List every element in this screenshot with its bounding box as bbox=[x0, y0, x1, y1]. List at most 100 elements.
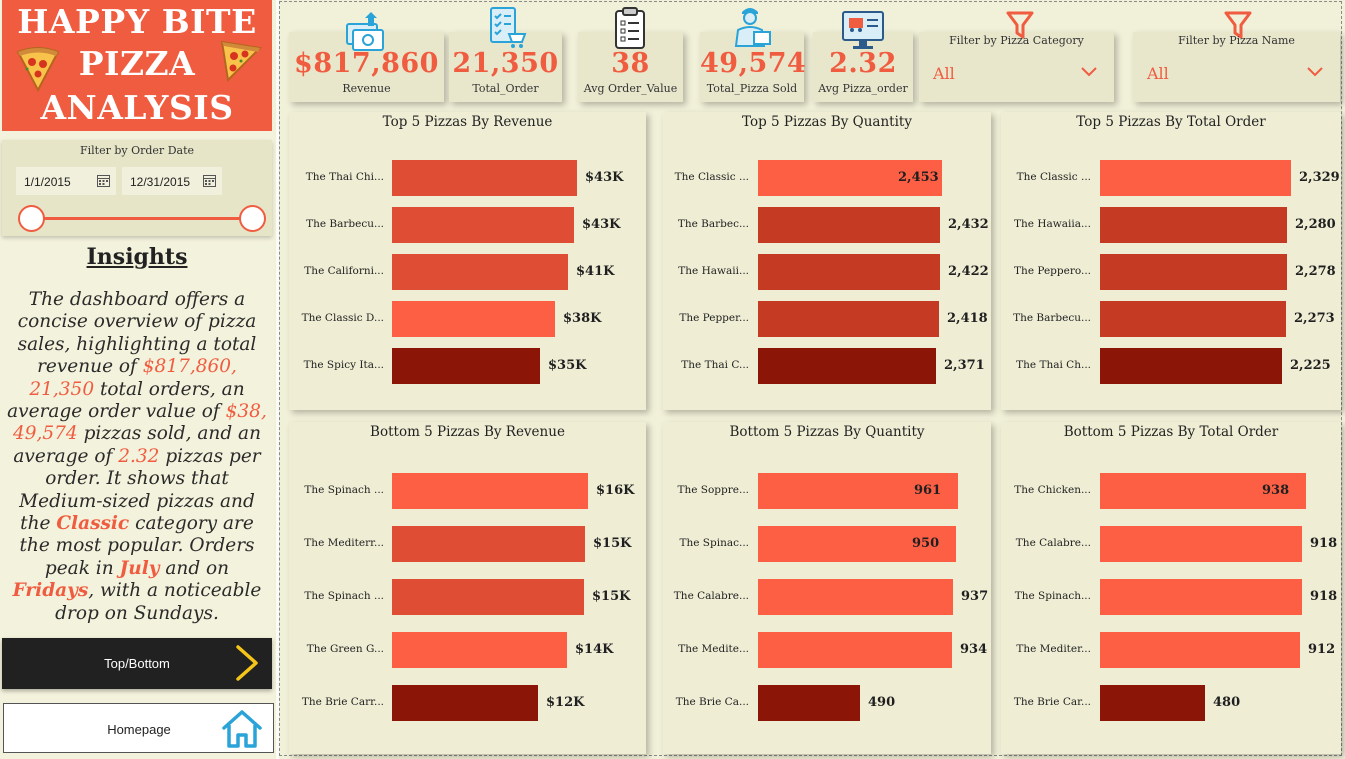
filter-label: Filter by Pizza Category bbox=[949, 34, 1084, 47]
bar[interactable] bbox=[1100, 254, 1287, 290]
chart-title: Bottom 5 Pizzas By Total Order bbox=[1063, 424, 1279, 440]
date-slider-end-handle[interactable] bbox=[239, 205, 266, 232]
bar-value-label: 912 bbox=[1308, 642, 1336, 657]
bar-category-label: The Thai Ch... bbox=[1016, 359, 1091, 371]
bar[interactable] bbox=[758, 254, 940, 290]
bar-value-label: 918 bbox=[1310, 536, 1338, 551]
bar[interactable] bbox=[392, 207, 574, 243]
bar[interactable] bbox=[1100, 207, 1287, 243]
end-date-value: 12/31/2015 bbox=[130, 175, 191, 189]
bar-category-label: The Brie Carr... bbox=[301, 696, 384, 708]
bar-value-label: $38K bbox=[563, 311, 602, 326]
bar-value-label: 938 bbox=[1262, 483, 1290, 498]
bar-category-label: The Classic D... bbox=[301, 312, 384, 324]
bar[interactable] bbox=[392, 579, 584, 615]
kpi-label: Avg Order_Value bbox=[583, 82, 678, 95]
chart-bottom5-quantity: Bottom 5 Pizzas By Quantity The Soppre...… bbox=[663, 422, 991, 754]
bar[interactable] bbox=[1100, 632, 1300, 668]
bar[interactable] bbox=[758, 301, 939, 337]
bar-value-label: 2,422 bbox=[948, 264, 989, 279]
bar[interactable] bbox=[1100, 348, 1282, 384]
pizza-name-filter[interactable]: Filter by Pizza Name All bbox=[1133, 11, 1340, 102]
date-slider-start-handle[interactable] bbox=[18, 205, 45, 232]
bar[interactable] bbox=[392, 473, 588, 509]
bar[interactable] bbox=[392, 254, 568, 290]
chevron-down-icon[interactable] bbox=[1306, 66, 1324, 78]
bar[interactable] bbox=[758, 632, 952, 668]
bar-category-label: The Green G... bbox=[306, 643, 384, 655]
pizza-slice-icon bbox=[16, 47, 60, 93]
chart-top5-quantity: Top 5 Pizzas By Quantity The Classic ... 2… bbox=[663, 112, 991, 410]
bar[interactable] bbox=[758, 685, 860, 721]
bar-category-label: The Peppero... bbox=[1014, 265, 1091, 277]
bar[interactable] bbox=[392, 348, 540, 384]
bar[interactable] bbox=[1100, 579, 1302, 615]
homepage-nav-button[interactable]: Homepage bbox=[3, 703, 274, 753]
bar-category-label: The Spinach ... bbox=[304, 590, 384, 602]
filter-label: Filter by Pizza Name bbox=[1178, 34, 1295, 47]
bar-category-label: The Soppre... bbox=[677, 484, 749, 496]
bar[interactable] bbox=[392, 526, 585, 562]
bar-value-label: $35K bbox=[548, 358, 587, 373]
bar-value-label: 2,280 bbox=[1295, 217, 1336, 232]
bar-value-label: $14K bbox=[575, 642, 614, 657]
bar[interactable] bbox=[1100, 160, 1291, 196]
title-banner: HAPPY BITE PIZZA ANALYSIS bbox=[2, 0, 272, 131]
chart-top5-revenue: Top 5 Pizzas By Revenue The Thai Chi... $4… bbox=[289, 112, 646, 410]
start-date-input[interactable]: 1/1/2015 bbox=[16, 167, 116, 195]
money-icon bbox=[346, 12, 384, 51]
start-date-value: 1/1/2015 bbox=[24, 175, 71, 189]
bar-value-label: $43K bbox=[585, 170, 624, 185]
topbottom-nav-button[interactable]: Top/Bottom bbox=[2, 638, 272, 689]
bar-category-label: The Calabre... bbox=[673, 590, 749, 602]
bar-value-label: 490 bbox=[868, 695, 896, 710]
chart-top5-total-order: Top 5 Pizzas By Total Order The Classic .… bbox=[1001, 112, 1341, 410]
bar-category-label: The Spinac... bbox=[679, 537, 749, 549]
bar[interactable] bbox=[392, 685, 538, 721]
bar-category-label: The Spinach ... bbox=[304, 484, 384, 496]
bar-category-label: The Hawaii... bbox=[678, 265, 749, 277]
kpi-label: Revenue bbox=[342, 82, 391, 95]
bar-category-label: The Thai Chi... bbox=[305, 171, 384, 183]
chevron-right-icon bbox=[236, 645, 258, 681]
kpi-card-total-pizza-sold: 49,574 Total_Pizza Sold bbox=[700, 8, 806, 102]
pizza-category-filter[interactable]: Filter by Pizza Category All bbox=[919, 11, 1114, 102]
bar[interactable] bbox=[758, 348, 936, 384]
bar-value-label: 2,225 bbox=[1290, 358, 1331, 373]
bar-value-label: $16K bbox=[596, 483, 635, 498]
bar-category-label: The Thai C... bbox=[681, 359, 749, 371]
bar-value-label: 480 bbox=[1213, 695, 1241, 710]
bar-category-label: The Mediterr... bbox=[304, 537, 384, 549]
date-range-slider-track[interactable] bbox=[32, 217, 254, 220]
bar-value-label: $41K bbox=[576, 264, 615, 279]
bar-category-label: The Californi... bbox=[304, 265, 384, 277]
calendar-icon[interactable] bbox=[203, 174, 216, 187]
chart-title: Bottom 5 Pizzas By Revenue bbox=[370, 424, 565, 440]
kpi-value: $817,860 bbox=[294, 48, 439, 79]
bar[interactable] bbox=[1100, 301, 1286, 337]
bar[interactable] bbox=[392, 301, 555, 337]
bar[interactable] bbox=[392, 632, 567, 668]
insights-text: The dashboard offers a concise overview … bbox=[7, 289, 267, 624]
end-date-input[interactable]: 12/31/2015 bbox=[122, 167, 222, 195]
home-icon bbox=[222, 710, 262, 748]
bar[interactable] bbox=[392, 160, 577, 196]
bar[interactable] bbox=[1100, 526, 1302, 562]
bar-category-label: The Spicy Ita... bbox=[303, 359, 384, 371]
bar-category-label: The Chicken... bbox=[1014, 484, 1091, 496]
calendar-icon[interactable] bbox=[97, 174, 110, 187]
bar-value-label: 937 bbox=[961, 589, 989, 604]
chevron-down-icon[interactable] bbox=[1080, 66, 1098, 78]
bar[interactable] bbox=[758, 207, 940, 243]
chart-title: Bottom 5 Pizzas By Quantity bbox=[729, 424, 925, 440]
chart-bottom5-total-order: Bottom 5 Pizzas By Total Order The Chicke… bbox=[1001, 422, 1341, 754]
bar-value-label: 934 bbox=[960, 642, 988, 657]
topbottom-label: Top/Bottom bbox=[104, 656, 170, 671]
bar-category-label: The Barbec... bbox=[677, 218, 749, 230]
bar[interactable] bbox=[758, 579, 953, 615]
bar[interactable] bbox=[1100, 685, 1205, 721]
bar-category-label: The Spinach... bbox=[1014, 590, 1091, 602]
title-line-3: ANALYSIS bbox=[40, 88, 234, 127]
bar-value-label: $12K bbox=[546, 695, 585, 710]
bar-value-label: 2,371 bbox=[944, 358, 985, 373]
